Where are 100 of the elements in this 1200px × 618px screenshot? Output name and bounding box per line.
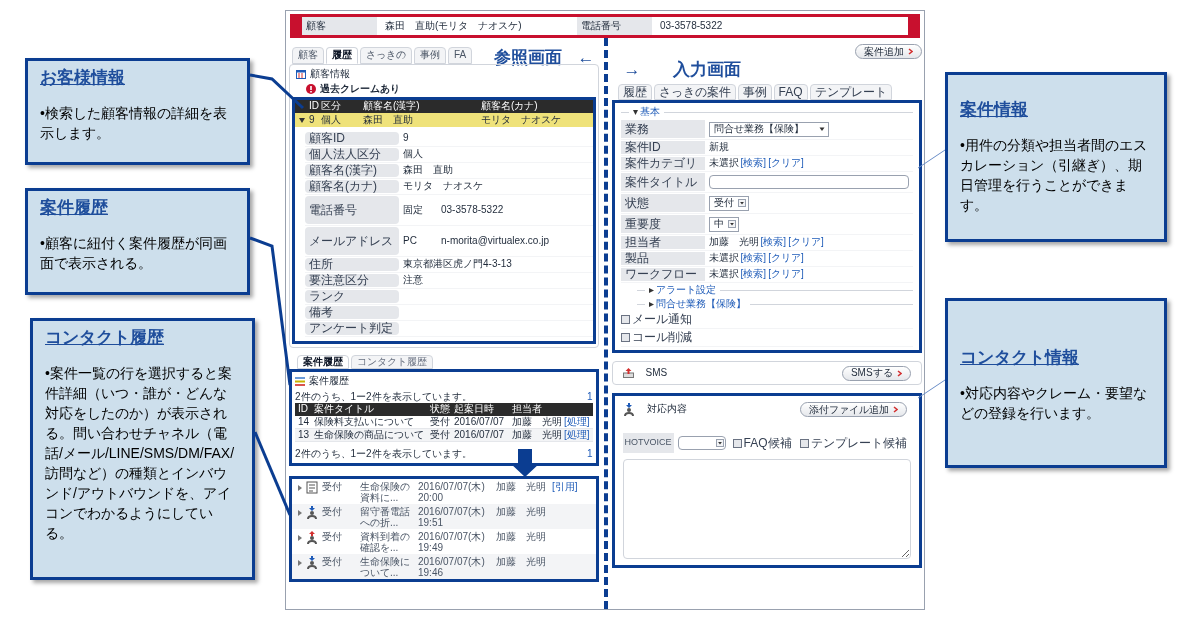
field-label: 業務 bbox=[620, 120, 705, 138]
contact-date: 2016/07/07(木) bbox=[418, 480, 486, 492]
contact-row[interactable]: 受付 生命保険について... 2016/07/07(木) 19:46 加藤 光明 bbox=[292, 553, 596, 579]
table-cell-text: 受付 bbox=[430, 429, 451, 442]
table-cell-text: 個人 bbox=[321, 113, 342, 127]
tab[interactable]: コンタクト履歴 bbox=[351, 355, 433, 369]
checkbox[interactable]: FAQ候補 bbox=[732, 435, 792, 451]
text-area[interactable] bbox=[622, 459, 911, 559]
column-header: 顧客名(漢字) bbox=[363, 100, 421, 113]
field-value: n-morita@virtualex.co.jp bbox=[441, 234, 549, 248]
field-label: ワークフロー bbox=[620, 268, 705, 281]
field-label: 顧客ID bbox=[305, 132, 399, 145]
column-header: 状態 bbox=[430, 403, 451, 416]
inbound-person-icon bbox=[622, 403, 635, 416]
tab[interactable]: さっきの案件 bbox=[653, 84, 736, 100]
quote-link[interactable]: [引用] bbox=[552, 480, 578, 493]
caret-icon bbox=[817, 125, 826, 133]
field-label: 顧客 bbox=[302, 17, 377, 35]
link[interactable]: [検索] bbox=[740, 252, 767, 265]
dropdown[interactable]: 受付 bbox=[708, 195, 749, 211]
list-icon bbox=[295, 376, 305, 386]
field-value: 未選択 bbox=[708, 252, 739, 265]
field-value: 03-3578-5322 bbox=[441, 203, 504, 217]
link[interactable]: [クリア] bbox=[768, 157, 804, 170]
field-label: アンケート判定 bbox=[305, 322, 399, 335]
expand-icon bbox=[298, 534, 302, 541]
field-label: 要注意区分 bbox=[305, 274, 399, 287]
contact-title: 留守番電話への折... bbox=[360, 505, 411, 528]
table-cell-text: 2016/07/07 bbox=[454, 429, 506, 442]
checkbox[interactable]: メール通知 bbox=[620, 312, 692, 327]
tab[interactable]: 案件履歴 bbox=[297, 355, 349, 369]
table-cell-text: 森田 直助 bbox=[363, 113, 414, 127]
field-label: 備考 bbox=[305, 306, 399, 319]
table-row[interactable]: 13 生命保険の商品について 受付 2016/07/07 加藤 光明 [処理] bbox=[295, 429, 593, 442]
column-header: 担当者 bbox=[512, 403, 543, 416]
chevron-icon bbox=[896, 369, 902, 377]
section-toggle[interactable]: 問合せ業務【保険】 bbox=[648, 297, 746, 311]
field-value: 森田 直助(モリタ ナオスケ) bbox=[384, 18, 523, 33]
link[interactable]: [クリア] bbox=[768, 268, 804, 281]
table-cell-text: モリタ ナオスケ bbox=[481, 113, 562, 127]
link[interactable]: [検索] bbox=[740, 157, 767, 170]
column-header: ID bbox=[298, 403, 309, 416]
section-toggle[interactable]: 基本 bbox=[632, 105, 660, 119]
tab[interactable]: 顧客 bbox=[292, 47, 324, 64]
callout-title: コンタクト履歴 bbox=[45, 327, 165, 349]
field-label: 担当者 bbox=[620, 236, 705, 249]
tab[interactable]: さっきの bbox=[360, 47, 412, 64]
dropdown[interactable] bbox=[677, 436, 726, 450]
link[interactable]: [検索] bbox=[740, 268, 767, 281]
dropdown[interactable]: 問合せ業務【保険】 bbox=[708, 121, 829, 137]
leader-line bbox=[917, 149, 946, 169]
status-text: 受付 bbox=[322, 555, 343, 568]
contact-time: 19:51 bbox=[418, 516, 444, 528]
tab[interactable]: 事例 bbox=[414, 47, 446, 64]
input-field[interactable] bbox=[708, 175, 909, 189]
expand-icon bbox=[298, 509, 302, 516]
callout-text: •顧客に紐付く案件履歴が同画面で表示される。 bbox=[40, 233, 228, 273]
tab[interactable]: テンプレート bbox=[809, 84, 892, 100]
checkbox[interactable]: テンプレート候補 bbox=[799, 435, 907, 451]
action-link[interactable]: [処理] bbox=[564, 416, 590, 429]
contact-title: 資料到着の確認を... bbox=[360, 530, 411, 553]
link[interactable]: [クリア] bbox=[768, 252, 804, 265]
field-label: HOTVOICE bbox=[622, 433, 674, 453]
field-value: 新規 bbox=[708, 141, 729, 154]
field-label: 電話番号 bbox=[577, 17, 652, 35]
page-link[interactable]: 1 bbox=[587, 390, 593, 403]
column-header: 区分 bbox=[321, 100, 342, 113]
checkbox[interactable]: コール削減 bbox=[620, 330, 692, 345]
field-value: 個人 bbox=[403, 148, 423, 161]
contact-date: 2016/07/07(木) bbox=[418, 530, 486, 542]
section-toggle[interactable]: アラート設定 bbox=[648, 283, 716, 297]
tab[interactable]: 事例 bbox=[737, 84, 772, 100]
section-title: 対応内容 bbox=[646, 403, 687, 416]
column-header: 起案日時 bbox=[454, 403, 495, 416]
tab[interactable]: 履歴 bbox=[326, 47, 358, 64]
tab[interactable]: 履歴 bbox=[617, 84, 652, 100]
field-label: 電話番号 bbox=[305, 196, 399, 224]
arrow-button[interactable]: 添付ファイル追加 bbox=[799, 402, 907, 417]
field-label: 顧客名(漢字) bbox=[305, 164, 399, 177]
tab[interactable]: FA bbox=[448, 47, 473, 64]
page-link[interactable]: 1 bbox=[587, 448, 593, 461]
table-cell-text: 13 bbox=[298, 429, 311, 442]
link[interactable]: [クリア] bbox=[788, 236, 824, 249]
dropdown[interactable]: 中 bbox=[708, 216, 739, 232]
contact-row[interactable]: 受付 留守番電話への折... 2016/07/07(木) 19:51 加藤 光明 bbox=[292, 503, 596, 529]
table-cell-text: 生命保険の商品について bbox=[314, 429, 425, 442]
arrow-button[interactable]: 案件追加 bbox=[854, 44, 922, 59]
contact-date: 2016/07/07(木) bbox=[418, 555, 486, 567]
section-title: 顧客情報 bbox=[310, 68, 350, 81]
agent-name: 加藤 光明 bbox=[496, 505, 547, 518]
field-value: 加藤 光明 bbox=[708, 236, 759, 249]
arrow-button[interactable]: SMSする bbox=[841, 365, 911, 381]
field-type: PC bbox=[403, 234, 418, 248]
tab[interactable]: FAQ bbox=[773, 84, 808, 100]
field-value: 注意 bbox=[403, 274, 423, 287]
table-row[interactable]: 14 保険料支払いについて 受付 2016/07/07 加藤 光明 [処理] bbox=[295, 416, 593, 429]
table-icon bbox=[296, 69, 306, 79]
table-row[interactable]: 9 個人 森田 直助 モリタ ナオスケ bbox=[295, 113, 593, 127]
action-link[interactable]: [処理] bbox=[564, 429, 590, 442]
link[interactable]: [検索] bbox=[760, 236, 787, 249]
